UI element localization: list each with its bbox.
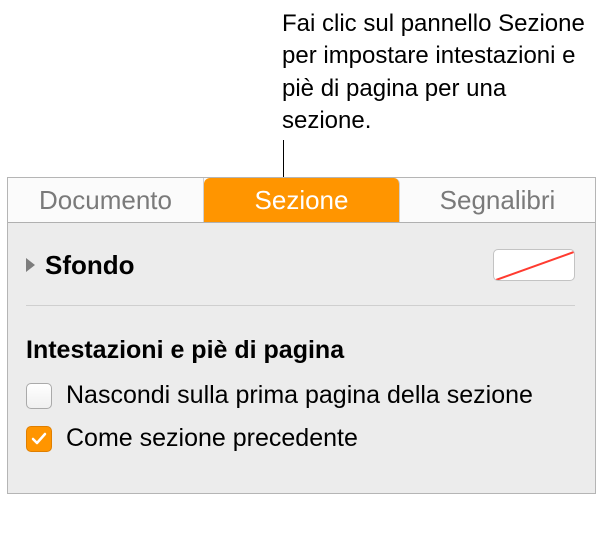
background-label: Sfondo — [45, 250, 135, 281]
hide-first-page-checkbox[interactable] — [26, 383, 52, 409]
tab-bar: Documento Sezione Segnalibri — [8, 178, 595, 223]
inspector-panel: Documento Sezione Segnalibri Sfondo Inte… — [7, 177, 596, 494]
no-fill-icon — [494, 250, 575, 281]
checkmark-icon — [30, 430, 48, 448]
hide-first-page-label: Nascondi sulla prima pagina della sezion… — [66, 381, 533, 410]
match-previous-row[interactable]: Come sezione precedente — [26, 424, 575, 453]
headers-footers-title: Intestazioni e piè di pagina — [26, 336, 575, 365]
match-previous-label: Come sezione precedente — [66, 424, 358, 453]
callout-leader-line — [283, 140, 284, 177]
tab-section[interactable]: Sezione — [204, 178, 400, 222]
chevron-right-icon[interactable] — [26, 258, 35, 272]
section-body: Sfondo Intestazioni e piè di pagina Nasc… — [8, 223, 595, 493]
background-color-well[interactable] — [493, 249, 575, 281]
match-previous-checkbox[interactable] — [26, 426, 52, 452]
background-row: Sfondo — [26, 245, 575, 306]
tab-bookmarks[interactable]: Segnalibri — [400, 178, 595, 222]
background-left-group: Sfondo — [26, 250, 135, 281]
tab-document[interactable]: Documento — [8, 178, 204, 222]
hide-first-page-row[interactable]: Nascondi sulla prima pagina della sezion… — [26, 381, 575, 410]
callout-text: Fai clic sul pannello Sezione per impost… — [282, 8, 592, 138]
